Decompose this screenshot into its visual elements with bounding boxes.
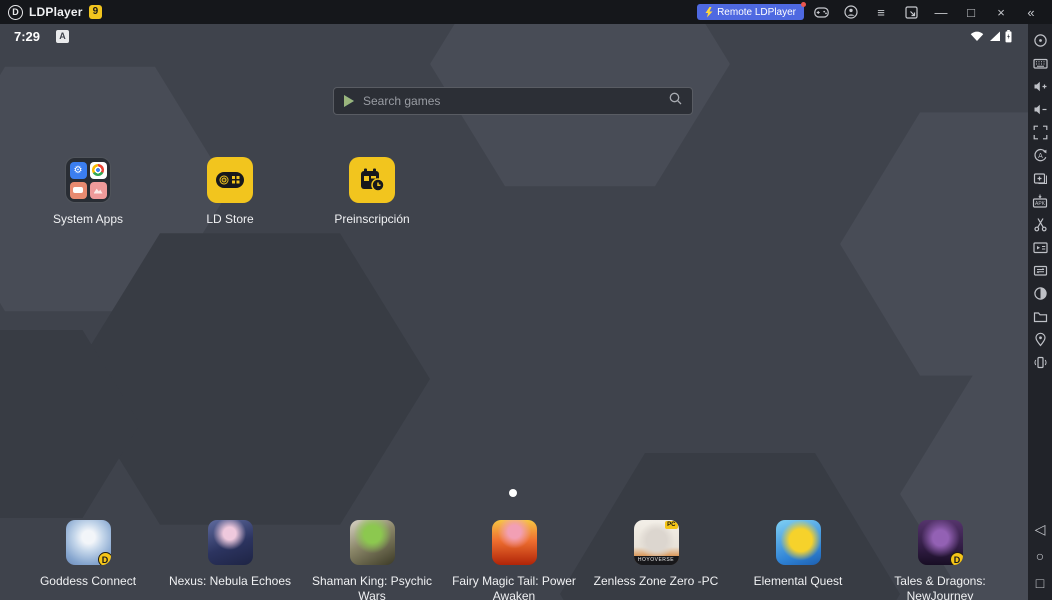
page-indicator-dot [509, 489, 517, 497]
app-icon [492, 520, 537, 565]
collapse-sidebar-icon[interactable]: « [1018, 1, 1044, 23]
app-icon: PC HOYOVERSE [634, 520, 679, 565]
browser-icon [70, 182, 87, 199]
settings-icon[interactable] [1032, 33, 1048, 48]
app-label: Elemental Quest [754, 574, 843, 589]
ld-store-icon [207, 157, 253, 203]
home-button[interactable]: ○ [1036, 549, 1044, 563]
app-logo-group: D LDPlayer 9 [8, 5, 102, 20]
gamepad-icon [215, 170, 245, 190]
account-icon[interactable] [838, 1, 864, 23]
volume-up-icon[interactable] [1032, 79, 1048, 94]
app-icon [350, 520, 395, 565]
screen-record-icon[interactable] [1032, 240, 1048, 255]
ldplayer-logo-icon: D [8, 5, 23, 20]
back-button[interactable]: ◁ [1035, 522, 1046, 536]
android-nav-buttons: ◁ ○ □ [1035, 522, 1046, 590]
game-search-bar[interactable] [333, 87, 693, 115]
app-label: Fairy Magic Tail: Power Awaken [444, 574, 584, 600]
app-label: Shaman King: Psychic Wars [302, 574, 442, 600]
app-label: LD Store [206, 212, 253, 227]
apk-install-icon[interactable]: APK [1032, 194, 1048, 209]
dock: Goddess Connect Nexus: Nebula Echoes Sha… [17, 520, 1011, 600]
svg-text:APK: APK [1035, 201, 1046, 207]
svg-text:A: A [1038, 153, 1043, 160]
app-label: Preinscripción [334, 212, 409, 227]
volume-down-icon[interactable] [1032, 102, 1048, 117]
remote-ldplayer-button[interactable]: Remote LDPlayer [697, 4, 804, 20]
title-bar: D LDPlayer 9 Remote LDPlayer ≡ — □ × « [0, 0, 1052, 24]
dock-app-nexus-nebula-echoes[interactable]: Nexus: Nebula Echoes [159, 520, 301, 600]
app-label: Nexus: Nebula Echoes [169, 574, 291, 589]
maximize-icon[interactable]: □ [958, 1, 984, 23]
dock-app-zenless-zone-zero[interactable]: PC HOYOVERSE Zenless Zone Zero -PC [585, 520, 727, 600]
new-window-icon[interactable] [1032, 171, 1048, 186]
menu-icon[interactable]: ≡ [868, 1, 894, 23]
ldplayer-badge-icon [98, 552, 111, 565]
desktop-app-ld-store[interactable]: LD Store [159, 157, 301, 227]
shake-icon[interactable] [1032, 355, 1048, 370]
pc-badge: PC [665, 521, 677, 529]
notification-dot [801, 2, 806, 7]
desktop-app-system-apps[interactable]: ⚙ System Apps [17, 157, 159, 227]
app-icon [776, 520, 821, 565]
app-label: System Apps [53, 212, 123, 227]
desktop-app-preinscripcion[interactable]: Preinscripción [301, 157, 443, 227]
android-status-bar: 7:29 A [0, 24, 1028, 48]
close-icon[interactable]: × [988, 1, 1014, 23]
dock-app-elemental-quest[interactable]: Elemental Quest [727, 520, 869, 600]
android-home-screen: 7:29 A ⚙ [0, 24, 1028, 600]
search-icon[interactable] [669, 92, 682, 110]
ldplayer-window: D LDPlayer 9 Remote LDPlayer ≡ — □ × « [0, 0, 1052, 600]
dock-app-shaman-king[interactable]: Shaman King: Psychic Wars [301, 520, 443, 600]
dock-app-tales-and-dragons[interactable]: Tales & Dragons: NewJourney [869, 520, 1011, 600]
keyboard-icon[interactable] [1032, 56, 1048, 71]
app-icon [918, 520, 963, 565]
shared-folder-icon[interactable] [1032, 309, 1048, 324]
gamepad-icon[interactable] [808, 1, 834, 23]
app-indicator-icon: A [56, 30, 69, 43]
app-title: LDPlayer [29, 5, 83, 19]
app-icon [208, 520, 253, 565]
app-label: Zenless Zone Zero -PC [594, 574, 719, 589]
app-icon [66, 520, 111, 565]
ldplayer-badge-icon [950, 552, 963, 565]
dock-app-fairy-magic-tail[interactable]: Fairy Magic Tail: Power Awaken [443, 520, 585, 600]
signal-icon [988, 30, 1001, 42]
publisher-label: HOYOVERSE [634, 556, 679, 565]
clock: 7:29 [14, 29, 40, 44]
search-input[interactable] [363, 94, 669, 108]
version-badge: 9 [89, 5, 103, 19]
wifi-icon [970, 30, 984, 42]
system-apps-folder-icon: ⚙ [65, 157, 111, 203]
lightning-icon [705, 7, 713, 18]
desktop-app-grid: ⚙ System Apps LD Store Preinscripción [17, 157, 443, 227]
auto-rotate-icon[interactable]: A [1032, 148, 1048, 163]
calendar-clock-icon [359, 167, 385, 193]
hexagon-decoration [840, 104, 1028, 384]
battery-charging-icon [1005, 30, 1012, 43]
mini-window-icon[interactable] [898, 1, 924, 23]
rotate-screen-icon[interactable] [1032, 286, 1048, 301]
google-play-icon [344, 95, 354, 107]
dock-app-goddess-connect[interactable]: Goddess Connect [17, 520, 159, 600]
preregister-icon [349, 157, 395, 203]
settings-icon: ⚙ [70, 162, 87, 179]
toolbar-sidebar: A APK ◁ ○ □ [1028, 24, 1052, 600]
recents-button[interactable]: □ [1036, 576, 1044, 590]
chrome-icon [90, 162, 107, 179]
minimize-icon[interactable]: — [928, 1, 954, 23]
app-label: Goddess Connect [40, 574, 136, 589]
app-label: Tales & Dragons: NewJourney [870, 574, 1010, 600]
location-icon[interactable] [1032, 332, 1048, 347]
remote-button-label: Remote LDPlayer [717, 7, 796, 18]
fullscreen-icon[interactable] [1032, 125, 1048, 140]
scissors-icon[interactable] [1032, 217, 1048, 232]
gallery-icon [90, 182, 107, 199]
operation-recorder-icon[interactable] [1032, 263, 1048, 278]
